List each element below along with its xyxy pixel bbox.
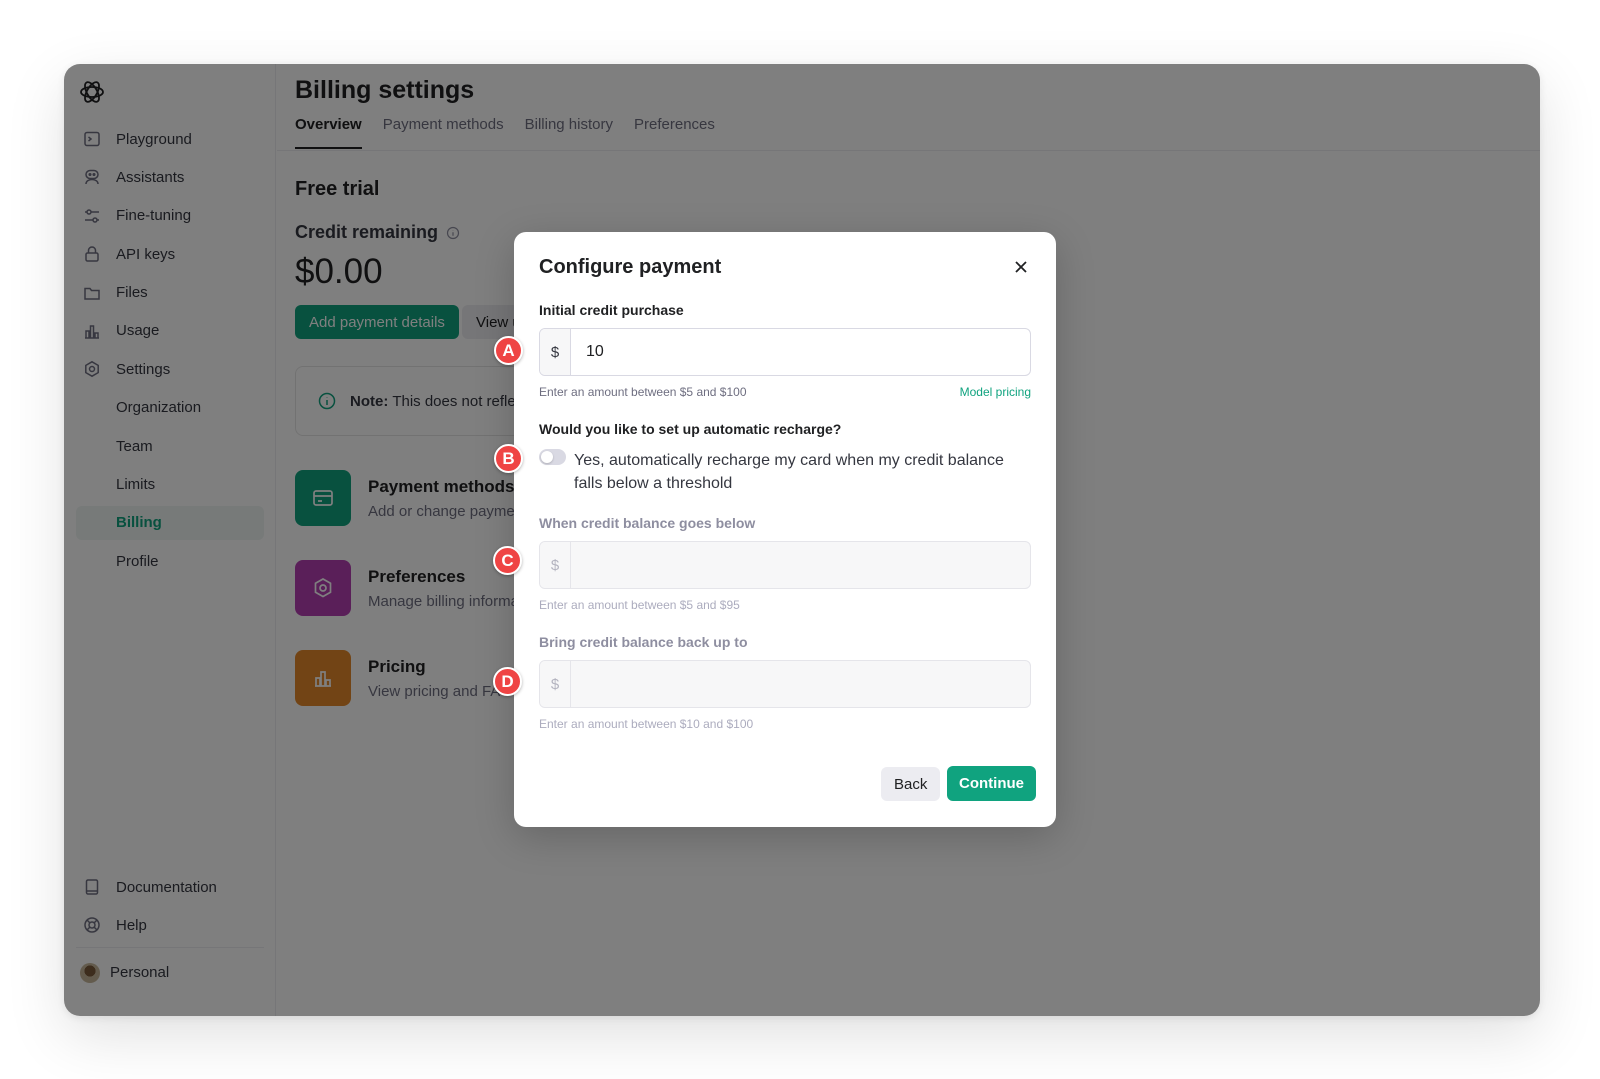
marker-b: B <box>494 444 523 473</box>
configure-payment-dialog: Configure payment Initial credit purchas… <box>514 232 1056 827</box>
threshold-field: $ <box>539 541 1031 589</box>
initial-credit-label: Initial credit purchase <box>539 302 684 318</box>
threshold-help: Enter an amount between $5 and $95 <box>539 598 740 612</box>
recharge-to-label: Bring credit balance back up to <box>539 634 748 650</box>
close-icon <box>1015 261 1027 273</box>
marker-a: A <box>494 336 523 365</box>
currency-prefix: $ <box>540 329 571 375</box>
initial-credit-field: $ <box>539 328 1031 376</box>
threshold-label: When credit balance goes below <box>539 515 756 531</box>
toggle-knob <box>541 451 553 463</box>
dialog-title: Configure payment <box>539 256 722 278</box>
close-button[interactable] <box>1010 256 1032 278</box>
back-button[interactable]: Back <box>881 767 941 801</box>
recharge-to-help: Enter an amount between $10 and $100 <box>539 717 754 731</box>
initial-credit-help: Enter an amount between $5 and $100 <box>539 385 747 399</box>
recharge-to-field: $ <box>539 660 1031 708</box>
marker-d: D <box>493 667 522 696</box>
recharge-question: Would you like to set up automatic recha… <box>539 421 842 437</box>
continue-button[interactable]: Continue <box>947 766 1036 801</box>
recharge-to-input[interactable] <box>571 661 1030 707</box>
currency-prefix: $ <box>540 661 571 707</box>
threshold-input[interactable] <box>571 542 1030 588</box>
auto-recharge-label[interactable]: Yes, automatically recharge my card when… <box>574 449 1024 495</box>
initial-credit-input[interactable] <box>571 329 1030 375</box>
auto-recharge-toggle[interactable] <box>539 449 566 465</box>
currency-prefix: $ <box>540 542 571 588</box>
model-pricing-link[interactable]: Model pricing <box>960 385 1031 399</box>
marker-c: C <box>493 546 522 575</box>
